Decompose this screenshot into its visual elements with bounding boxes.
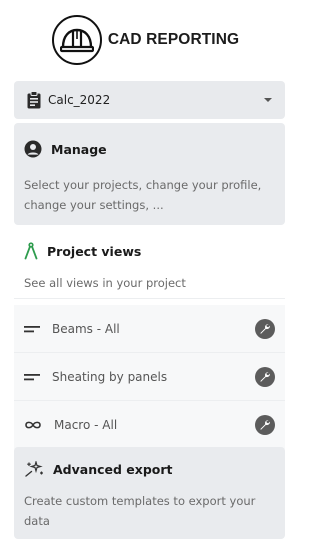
infinity-icon <box>24 420 42 430</box>
compass-icon <box>24 242 38 260</box>
app-title: CAD REPORTING <box>107 31 240 48</box>
project-views-description: See all views in your project <box>24 276 186 290</box>
project-select[interactable]: Calc_2022 <box>14 81 285 119</box>
clipboard-icon <box>26 91 42 109</box>
view-item-label: Macro - All <box>54 418 118 432</box>
chevron-down-icon <box>263 97 273 103</box>
app-header: CAD REPORTING <box>0 0 291 80</box>
sparkles-icon <box>24 461 44 477</box>
wrench-icon[interactable] <box>255 318 275 339</box>
hardhat-logo-icon <box>51 15 102 65</box>
project-views-title: Project views <box>47 243 142 259</box>
advanced-export-card[interactable]: Advanced export Create custom templates … <box>14 447 285 539</box>
view-item-sheating[interactable]: Sheating by panels <box>14 353 285 401</box>
advanced-export-description: Create custom templates to export your d… <box>24 494 256 528</box>
project-select-value: Calc_2022 <box>48 93 111 107</box>
manage-title: Manage <box>51 141 107 157</box>
manage-description: Select your projects, change your profil… <box>24 178 262 212</box>
advanced-export-title: Advanced export <box>53 461 173 477</box>
view-item-macro[interactable]: Macro - All <box>14 401 285 449</box>
view-item-label: Beams - All <box>52 321 120 336</box>
view-item-label: Sheating by panels <box>52 369 168 384</box>
lines-icon <box>24 324 40 334</box>
user-circle-icon <box>24 140 42 158</box>
view-item-beams[interactable]: Beams - All <box>14 305 285 353</box>
wrench-icon[interactable] <box>255 415 275 435</box>
manage-card[interactable]: Manage Select your projects, change your… <box>14 123 285 225</box>
project-views-header[interactable]: Project views See all views in your proj… <box>14 229 285 299</box>
wrench-icon[interactable] <box>255 366 275 387</box>
lines-icon <box>24 372 40 382</box>
